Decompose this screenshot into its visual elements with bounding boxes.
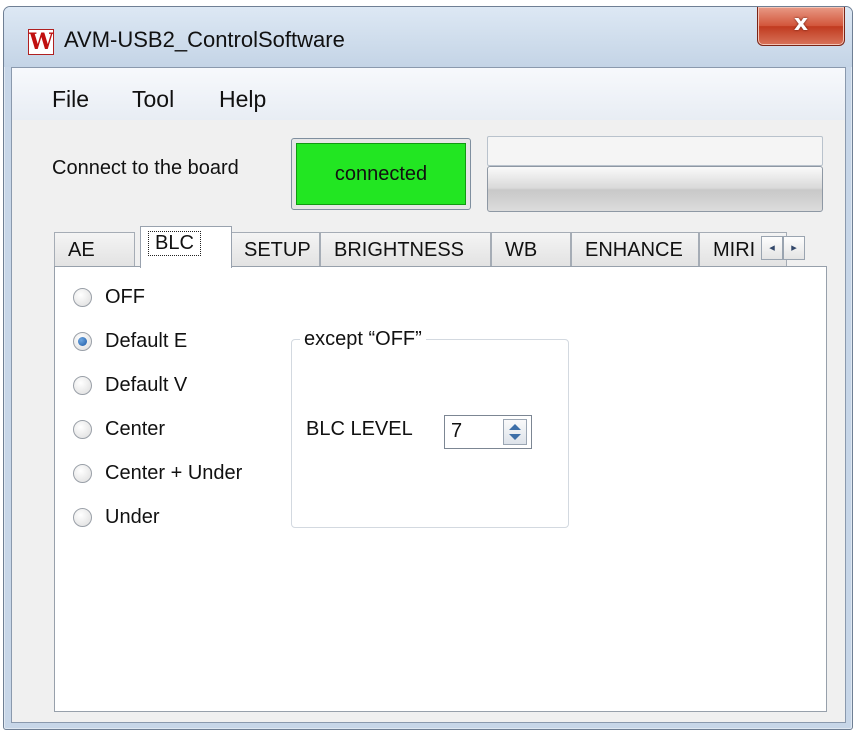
tab-label: SETUP [244,238,311,261]
radio-button[interactable] [73,419,92,439]
window-title: AVM-USB2_ControlSoftware [64,27,345,52]
blc-level-group: except “OFF” BLC LEVEL 7 [291,328,569,528]
connection-status: connected [296,143,466,205]
app-logo-icon: W [28,29,54,55]
radio-button[interactable] [73,463,92,483]
radio-label: Center [105,417,166,440]
menu-help[interactable]: Help [219,86,266,113]
radio-center[interactable]: Center [73,414,165,444]
tab-label: AE [68,238,95,261]
progress-bar [487,166,823,212]
radio-under[interactable]: Under [73,502,159,532]
blc-tab-panel: OFF Default E Default V Center Center + … [54,266,827,712]
radio-label: OFF [105,285,145,308]
menu-bar: File Tool Help [12,68,845,120]
close-icon: x [793,11,809,36]
blc-level-stepper[interactable]: 7 [444,415,532,449]
tab-wb[interactable]: WB [491,232,571,267]
tab-blc[interactable]: BLC [140,226,232,268]
arrow-up-icon[interactable] [509,424,521,430]
tab-label: WB [505,238,538,261]
connect-label: Connect to the board [52,157,239,179]
app-window: W AVM-USB2_ControlSoftware x File Tool H… [3,6,853,730]
radio-button[interactable] [73,287,92,307]
radio-label: Default E [105,329,188,352]
arrow-down-icon[interactable] [509,434,521,440]
radio-button[interactable] [73,331,92,351]
tab-enhance[interactable]: ENHANCE [571,232,699,267]
close-button[interactable]: x [757,7,845,46]
radio-center-under[interactable]: Center + Under [73,458,242,488]
spin-buttons[interactable] [503,419,527,445]
tab-label: ENHANCE [585,238,683,261]
client-area: File Tool Help Connect to the board conn… [11,67,846,723]
radio-default-v[interactable]: Default V [73,370,187,400]
tab-brightness[interactable]: BRIGHTNESS [320,232,491,267]
tab-scroll-right-icon[interactable]: ▸ [783,236,805,260]
blc-level-label: BLC LEVEL [306,418,413,440]
radio-default-e[interactable]: Default E [73,326,187,356]
menu-file[interactable]: File [52,86,89,113]
radio-off[interactable]: OFF [73,282,145,312]
tab-scroll-left-icon[interactable]: ◂ [761,236,783,260]
radio-label: Default V [105,373,188,396]
tab-ae[interactable]: AE [54,232,135,267]
radio-button[interactable] [73,507,92,527]
title-bar[interactable]: W AVM-USB2_ControlSoftware x [4,7,852,67]
tab-strip: AE BLC SETUP BRIGHTNESS WB ENHANCE MIRI … [54,226,824,268]
blc-level-value[interactable]: 7 [451,420,462,443]
tab-label: BLC [148,231,201,256]
radio-label: Center + Under [105,461,243,484]
radio-label: Under [105,505,160,528]
tab-label: MIRI [713,238,756,261]
group-title: except “OFF” [300,328,426,351]
status-field [487,136,823,166]
menu-tool[interactable]: Tool [132,86,174,113]
tab-label: BRIGHTNESS [334,238,465,261]
connect-status-button[interactable]: connected [291,138,471,210]
tab-setup[interactable]: SETUP [230,232,320,267]
radio-button[interactable] [73,375,92,395]
